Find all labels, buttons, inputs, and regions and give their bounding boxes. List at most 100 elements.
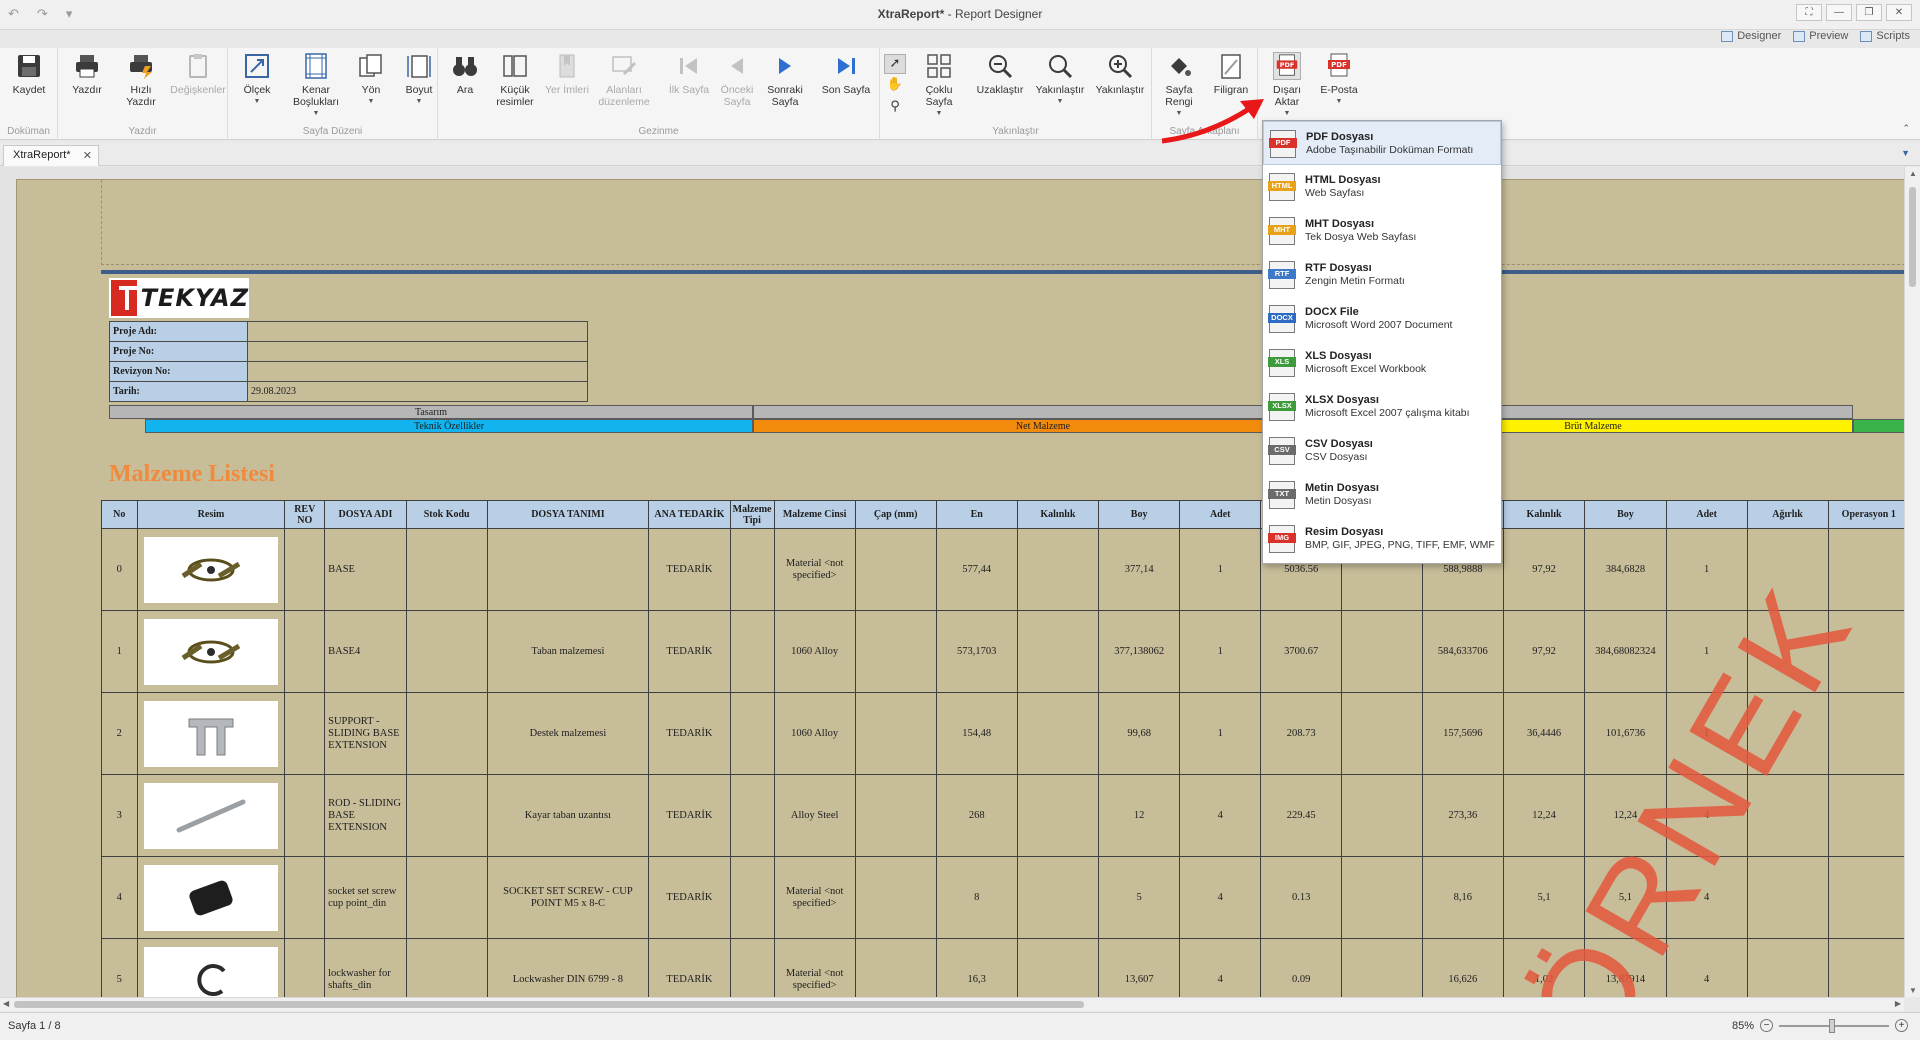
export-item-mht[interactable]: MHT MHT Dosyası Tek Dosya Web Sayfası: [1263, 209, 1501, 253]
tab-xtrareport[interactable]: XtraReport* ✕: [3, 145, 99, 166]
ribbon-collapse-icon[interactable]: ⌃: [1902, 123, 1910, 134]
zoom-out-button[interactable]: Uzaklaştır: [970, 52, 1030, 96]
scroll-left-icon[interactable]: ◀: [3, 999, 9, 1008]
last-page-button[interactable]: Son Sayfa: [816, 52, 876, 96]
quick-print-button[interactable]: Hızlı Yazdır: [116, 52, 166, 108]
margins-button[interactable]: Kenar Boşlukları ▼: [286, 52, 346, 120]
export-item-img[interactable]: IMG Resim Dosyası BMP, GIF, JPEG, PNG, TIF…: [1263, 517, 1501, 561]
table-cell: 13,87914: [1584, 938, 1667, 997]
zoom-in-small-icon[interactable]: +: [1895, 1019, 1908, 1032]
pointer-icon[interactable]: ➚: [884, 54, 906, 74]
previous-page-button[interactable]: Önceki Sayfa: [712, 52, 762, 108]
column-header: Malzeme Tipi: [729, 500, 775, 529]
fullscreen-button[interactable]: ⛶: [1796, 4, 1822, 21]
export-item-docx[interactable]: DOCX DOCX File Microsoft Word 2007 Documen…: [1263, 297, 1501, 341]
zoom-in-button[interactable]: Yakınlaştır: [1090, 52, 1150, 96]
table-cell: [1016, 610, 1099, 693]
export-item-title: Metin Dosyası: [1305, 482, 1379, 494]
table-cell: 273,36: [1421, 774, 1505, 857]
paint-bucket-icon: [1171, 58, 1191, 76]
table-cell: [854, 610, 937, 693]
scale-button[interactable]: Ölçek ▼: [232, 52, 282, 108]
table-cell: [729, 692, 775, 775]
zoom-out-small-icon[interactable]: −: [1760, 1019, 1773, 1032]
export-item-csv[interactable]: CSV CSV Dosyası CSV Dosyası: [1263, 429, 1501, 473]
bookmarks-button[interactable]: Yer İmleri: [542, 52, 592, 96]
multiple-pages-button[interactable]: Çoklu Sayfa ▼: [914, 52, 964, 120]
binoculars-icon: [453, 57, 477, 76]
table-cell: 12,24: [1584, 774, 1667, 857]
file-type-tag: HTML: [1268, 181, 1296, 191]
magnifier-tool-icon[interactable]: ⚲: [884, 98, 906, 118]
table-cell: BASE4: [324, 610, 407, 693]
scroll-thumb[interactable]: [14, 1001, 1084, 1008]
table-cell: [284, 610, 326, 693]
zoom-button[interactable]: Yakınlaştır ▼: [1030, 52, 1090, 108]
watermark-button[interactable]: Filigran: [1206, 52, 1256, 96]
export-item-html[interactable]: HTML HTML Dosyası Web Sayfası: [1263, 165, 1501, 209]
table-cell: [405, 856, 488, 939]
designer-view-button[interactable]: Designer: [1721, 30, 1781, 42]
export-item-xlsx[interactable]: XLSX XLSX Dosyası Microsoft Excel 2007 çal…: [1263, 385, 1501, 429]
size-button[interactable]: Boyut ▼: [394, 52, 444, 108]
edit-fields-button[interactable]: Alanları düzenleme: [594, 52, 654, 108]
orientation-button[interactable]: Yön ▼: [346, 52, 396, 108]
table-cell: 1060 Alloy: [773, 692, 856, 775]
print-button[interactable]: Yazdır: [62, 52, 112, 96]
export-item-xls[interactable]: XLS XLS Dosyası Microsoft Excel Workbook: [1263, 341, 1501, 385]
next-page-button[interactable]: Sonraki Sayfa: [760, 52, 810, 108]
horizontal-scrollbar[interactable]: ◀ ▶: [0, 997, 1904, 1011]
table-cell: TEDARİK: [648, 938, 731, 997]
window-title: XtraReport* - Report Designer: [877, 7, 1043, 21]
table-cell: 1: [1179, 528, 1262, 611]
report-page: TEKYAZ Proje Adı: Proje No: Revizyon No:…: [16, 179, 1920, 997]
table-cell: [136, 528, 286, 611]
first-page-button[interactable]: İlk Sayfa: [664, 52, 714, 96]
preview-view-button[interactable]: Preview: [1793, 30, 1848, 42]
export-item-subtitle: CSV Dosyası: [1305, 451, 1368, 463]
svg-text:PDF: PDF: [1331, 61, 1347, 69]
file-type-tag: RTF: [1268, 269, 1296, 279]
close-window-button[interactable]: ✕: [1886, 4, 1912, 21]
table-cell: [854, 856, 937, 939]
vertical-scrollbar[interactable]: ▲ ▼: [1904, 167, 1920, 997]
column-header: REV NO: [284, 500, 326, 529]
table-cell: [1827, 610, 1911, 693]
thumbnails-button[interactable]: Küçük resimler: [490, 52, 540, 108]
zoom-slider-knob[interactable]: [1829, 1018, 1835, 1033]
scroll-down-icon[interactable]: ▼: [1909, 986, 1917, 995]
export-item-pdf[interactable]: PDF PDF Dosyası Adobe Taşınabilir Doküman …: [1263, 121, 1501, 165]
scroll-right-icon[interactable]: ▶: [1895, 999, 1901, 1008]
scroll-thumb[interactable]: [1909, 187, 1916, 287]
designer-icon: [1721, 30, 1734, 42]
title-bar: ↶ ↷ ▾ XtraReport* - Report Designer ⛶ — …: [0, 0, 1920, 30]
minimize-button[interactable]: —: [1826, 4, 1852, 21]
table-cell: 13,607: [1097, 938, 1181, 997]
export-item-subtitle: Zengin Metin Formatı: [1305, 275, 1405, 287]
table-cell: [1016, 856, 1099, 939]
file-type-tag: IMG: [1268, 533, 1296, 543]
printer-icon: [76, 55, 98, 78]
file-type-tag: MHT: [1268, 225, 1296, 235]
save-button[interactable]: Kaydet: [4, 52, 54, 96]
restore-button[interactable]: ❐: [1856, 4, 1882, 21]
part-thumbnail: [144, 618, 278, 685]
scripts-view-button[interactable]: Scripts: [1860, 30, 1910, 42]
table-cell: 2: [101, 692, 138, 775]
table-cell: BASE: [324, 528, 407, 611]
tab-list-chevron-icon[interactable]: ▼: [1901, 148, 1910, 158]
scroll-up-icon[interactable]: ▲: [1909, 169, 1917, 178]
zoom-slider[interactable]: [1779, 1018, 1889, 1033]
view-switcher: Designer Preview Scripts: [1721, 30, 1910, 42]
close-icon[interactable]: ✕: [83, 149, 92, 162]
export-item-txt[interactable]: TXT Metin Dosyası Metin Dosyası: [1263, 473, 1501, 517]
table-cell: 4: [1179, 938, 1262, 997]
parameters-button[interactable]: Değişkenler: [170, 52, 226, 96]
hand-tool-icon[interactable]: ✋: [884, 76, 906, 96]
export-item-rtf[interactable]: RTF RTF Dosyası Zengin Metin Formatı: [1263, 253, 1501, 297]
table-cell: [1746, 528, 1829, 611]
export-item-title: PDF Dosyası: [1306, 131, 1374, 143]
table-cell: 1060 Alloy: [773, 610, 856, 693]
find-button[interactable]: Ara: [440, 52, 490, 96]
email-button[interactable]: PDF E-Posta ▼: [1314, 52, 1364, 108]
